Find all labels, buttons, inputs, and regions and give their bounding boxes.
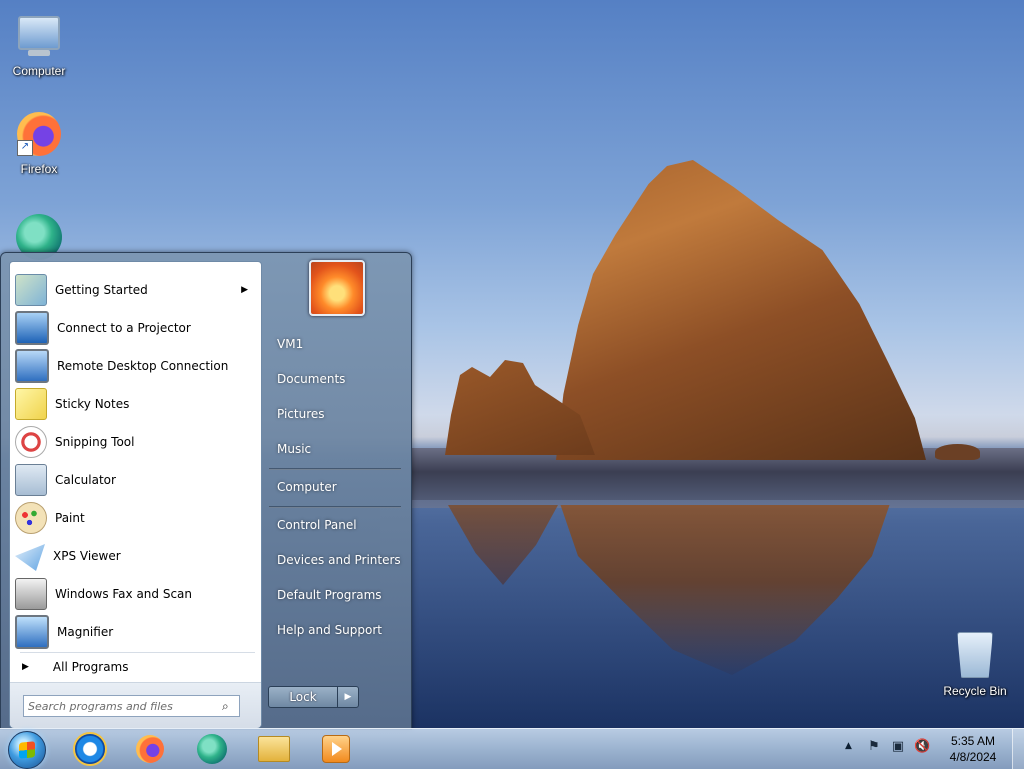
- volume-muted-icon[interactable]: 🔇: [914, 739, 930, 755]
- internet-explorer-icon: [73, 732, 107, 766]
- taskbar-media-player[interactable]: [310, 732, 362, 766]
- calculator-icon: [15, 464, 47, 496]
- start-menu: Getting Started ▶ Connect to a Projector…: [0, 252, 412, 730]
- desktop-icon-recycle-bin[interactable]: Recycle Bin: [937, 632, 1013, 698]
- taskbar: ▲ ⚑ ▣ 🔇 5:35 AM 4/8/2024: [0, 728, 1024, 769]
- magnifier-icon: [15, 615, 49, 649]
- all-programs-arrow-icon: ▶: [22, 662, 29, 672]
- media-player-icon: [322, 735, 350, 763]
- program-label: Paint: [55, 511, 85, 525]
- remote-desktop-icon: [15, 349, 49, 383]
- snipping-tool-icon: [15, 426, 47, 458]
- projector-icon: [15, 311, 49, 345]
- show-hidden-icons-icon[interactable]: ▲: [845, 741, 852, 751]
- program-getting-started[interactable]: Getting Started ▶: [13, 273, 258, 307]
- recycle-bin-icon: [957, 632, 993, 678]
- fax-scan-icon: [15, 578, 47, 610]
- program-connect-projector[interactable]: Connect to a Projector: [13, 311, 258, 345]
- program-label: Calculator: [55, 473, 116, 487]
- submenu-arrow-icon: ▶: [241, 285, 248, 295]
- right-item-control-panel[interactable]: Control Panel: [269, 511, 403, 539]
- clock-date: 4/8/2024: [949, 750, 997, 764]
- windows-logo-icon: [19, 741, 35, 759]
- edge-icon: [197, 734, 227, 764]
- right-item-devices-printers[interactable]: Devices and Printers: [269, 546, 403, 574]
- desktop-icon-label: Recycle Bin: [943, 684, 1007, 698]
- right-separator: [269, 506, 401, 508]
- program-paint[interactable]: Paint: [13, 501, 258, 535]
- right-item-default-programs[interactable]: Default Programs: [269, 581, 403, 609]
- right-item-pictures[interactable]: Pictures: [269, 400, 403, 428]
- search-icon[interactable]: ⌕: [222, 699, 229, 714]
- xps-viewer-icon: [15, 544, 45, 571]
- search-area: ⌕: [10, 682, 261, 728]
- firefox-icon: ↗: [17, 112, 61, 156]
- action-center-flag-icon[interactable]: ⚑: [866, 739, 882, 755]
- start-button[interactable]: [8, 731, 46, 769]
- clock-time: 5:35 AM: [950, 734, 996, 748]
- paint-icon: [15, 502, 47, 534]
- wallpaper-rock: [556, 160, 926, 460]
- program-sticky-notes[interactable]: Sticky Notes: [13, 387, 258, 421]
- desktop-icon-label: Computer: [12, 64, 66, 78]
- taskbar-internet-explorer[interactable]: [64, 732, 116, 766]
- program-xps-viewer[interactable]: XPS Viewer: [13, 539, 258, 573]
- program-fax-scan[interactable]: Windows Fax and Scan: [13, 577, 258, 611]
- clock[interactable]: 5:35 AM 4/8/2024: [940, 733, 1006, 765]
- shortcut-arrow-icon: ↗: [17, 140, 33, 156]
- network-icon[interactable]: ▣: [890, 739, 906, 755]
- taskbar-firefox[interactable]: [124, 732, 176, 766]
- desktop-icon-firefox[interactable]: ↗ Firefox: [1, 112, 77, 176]
- right-item-computer[interactable]: Computer: [269, 473, 403, 501]
- all-programs-button[interactable]: ▶ All Programs: [18, 656, 258, 678]
- user-picture[interactable]: [309, 260, 365, 316]
- show-desktop-button[interactable]: [1012, 729, 1024, 769]
- program-label: Connect to a Projector: [57, 321, 191, 335]
- sticky-notes-icon: [15, 388, 47, 420]
- start-menu-programs-pane: Getting Started ▶ Connect to a Projector…: [9, 261, 262, 728]
- right-item-help-support[interactable]: Help and Support: [269, 616, 403, 644]
- program-label: Sticky Notes: [55, 397, 130, 411]
- firefox-icon: [136, 735, 164, 763]
- file-explorer-icon: [258, 736, 290, 762]
- desktop-icon-label: Firefox: [20, 162, 58, 176]
- program-label: Magnifier: [57, 625, 114, 639]
- getting-started-icon: [15, 274, 47, 306]
- program-label: Remote Desktop Connection: [57, 359, 229, 373]
- programs-separator: [20, 652, 255, 653]
- program-label: Snipping Tool: [55, 435, 135, 449]
- desktop-icon-computer[interactable]: Computer: [1, 8, 77, 78]
- program-remote-desktop[interactable]: Remote Desktop Connection: [13, 349, 258, 383]
- program-label: XPS Viewer: [53, 549, 121, 563]
- taskbar-file-explorer[interactable]: [248, 732, 300, 766]
- taskbar-edge[interactable]: [186, 732, 238, 766]
- program-label: Windows Fax and Scan: [55, 587, 193, 601]
- right-item-music[interactable]: Music: [269, 435, 403, 463]
- lock-button[interactable]: Lock: [268, 686, 338, 708]
- program-snipping-tool[interactable]: Snipping Tool: [13, 425, 258, 459]
- wallpaper-tiny-rock: [935, 444, 980, 460]
- shutdown-options-arrow-icon[interactable]: ▶: [337, 686, 359, 708]
- program-calculator[interactable]: Calculator: [13, 463, 258, 497]
- right-item-user[interactable]: VM1: [269, 330, 403, 358]
- all-programs-label: All Programs: [52, 660, 129, 674]
- program-magnifier[interactable]: Magnifier: [13, 615, 258, 649]
- search-input[interactable]: [24, 698, 220, 714]
- computer-icon: [18, 16, 60, 56]
- search-box: ⌕: [23, 695, 240, 717]
- right-item-documents[interactable]: Documents: [269, 365, 403, 393]
- right-separator: [269, 468, 401, 470]
- program-label: Getting Started: [55, 283, 148, 297]
